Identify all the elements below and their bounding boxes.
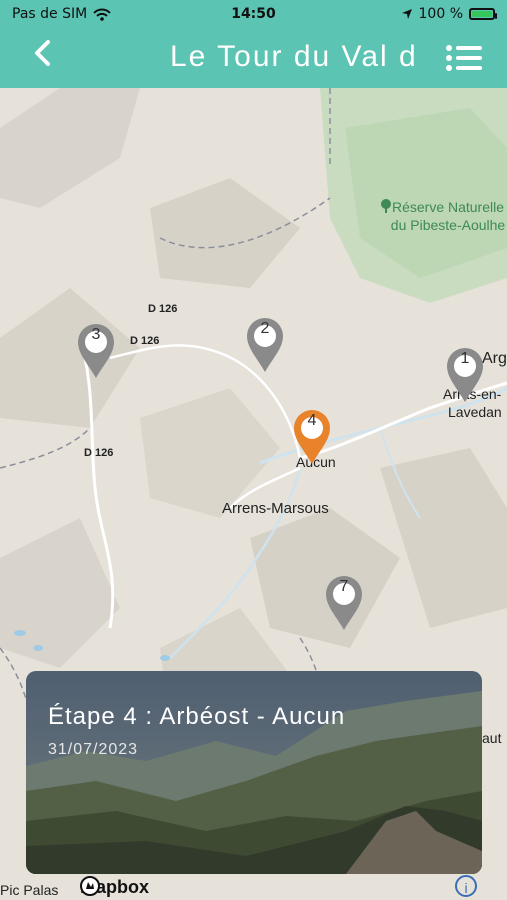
map-attribution-bar: Pic Palas mapbox i (0, 874, 507, 900)
marker-number: 1 (460, 350, 470, 367)
status-right: 100 % (401, 6, 497, 22)
map-marker-2[interactable]: 2 (243, 314, 287, 374)
info-icon[interactable]: i (455, 875, 477, 897)
map-marker-1[interactable]: 1 (443, 344, 487, 404)
status-bar: Pas de SIM 14:50 100 % (0, 0, 507, 30)
app-header: Pas de SIM 14:50 100 % Le Tour du Val d (0, 0, 507, 88)
menu-button[interactable] (445, 44, 483, 72)
marker-number: 2 (260, 320, 270, 337)
pic-palas-label: Pic Palas (0, 882, 59, 898)
map-marker-3[interactable]: 3 (74, 320, 118, 380)
reserve-text: Réserve Naturelle du Pibeste-Aoulhe (390, 199, 506, 233)
battery-percent: 100 % (418, 6, 463, 22)
battery-icon (469, 8, 497, 20)
list-menu-icon (446, 45, 482, 71)
mapbox-logo[interactable]: mapbox (80, 876, 149, 898)
right-edge-label: aut (482, 730, 502, 746)
stage-date: 31/07/2023 (48, 741, 139, 758)
back-button[interactable] (28, 36, 56, 70)
location-arrow-icon (401, 9, 412, 19)
arrens-label: Arrens-Marsous (222, 500, 329, 517)
reserve-label: Réserve Naturelle du Pibeste-Aoulhe (378, 198, 507, 234)
stage-title: Étape 4 : Arbéost - Aucun (48, 703, 346, 730)
page-title: Le Tour du Val d (170, 40, 418, 73)
mapbox-icon (80, 876, 100, 896)
road-label-d126: D 126 (84, 447, 114, 459)
road-label-d126: D 126 (130, 335, 160, 347)
stage-photo (26, 671, 482, 874)
tree-icon (381, 199, 391, 213)
stage-card[interactable]: Étape 4 : Arbéost - Aucun 31/07/2023 (26, 671, 482, 874)
marker-number: 7 (339, 578, 349, 595)
lavedan-label: Lavedan (448, 404, 502, 420)
chevron-left-icon (35, 40, 50, 66)
map-marker-7[interactable]: 7 (322, 572, 366, 632)
marker-number: 4 (307, 412, 317, 429)
map-marker-4-selected[interactable]: 4 (290, 406, 334, 466)
marker-number: 3 (91, 326, 101, 343)
road-label-d126: D 126 (148, 303, 178, 315)
